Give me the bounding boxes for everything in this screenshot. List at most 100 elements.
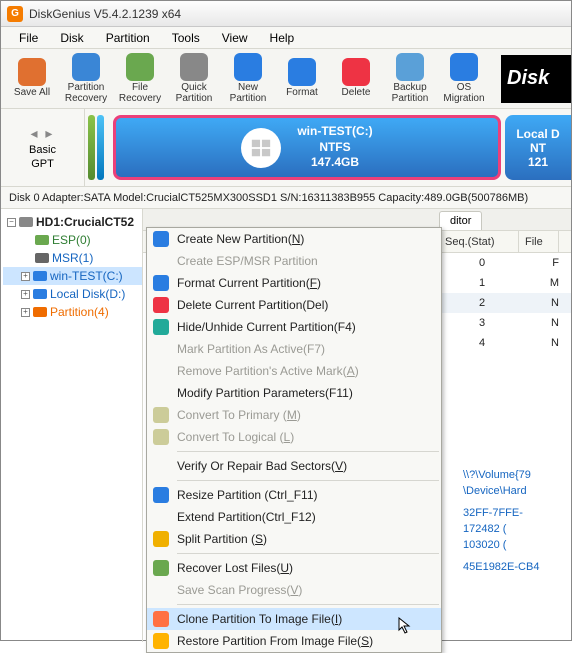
context-menu-item[interactable]: Clone Partition To Image File(I): [147, 608, 441, 630]
tool-label: PartitionRecovery: [65, 83, 107, 104]
tree-item[interactable]: + win-TEST(C:): [3, 267, 142, 285]
tab-editor[interactable]: ditor: [439, 211, 482, 230]
context-menu-item[interactable]: Hide/Unhide Current Partition(F4): [147, 316, 441, 338]
disk-icon: [19, 215, 33, 229]
menu-help[interactable]: Help: [260, 29, 305, 47]
tree-root-label[interactable]: HD1:CrucialCT52: [36, 215, 134, 229]
cell-seq: 0: [439, 257, 519, 269]
partition-icon: [35, 233, 49, 247]
menu-bar: FileDiskPartitionToolsViewHelp: [1, 27, 571, 49]
table-row[interactable]: 4N: [439, 333, 571, 353]
tool-label: OS Migration: [439, 83, 489, 104]
menu-view[interactable]: View: [212, 29, 258, 47]
tree-item-label: Partition(4): [50, 305, 109, 319]
menu-item-icon: [153, 458, 169, 474]
context-menu-item: Mark Partition As Active(F7): [147, 338, 441, 360]
menu-item-icon: [153, 531, 169, 547]
tool-backup-partition[interactable]: BackupPartition: [385, 52, 435, 106]
context-menu-item: Create ESP/MSR Partition: [147, 250, 441, 272]
tool-label: NewPartition: [230, 83, 267, 104]
disk-map: ◂ ▸ Basic GPT win-TEST(C:) NTFS 147.4GB …: [1, 109, 571, 187]
context-menu-item[interactable]: Modify Partition Parameters(F11): [147, 382, 441, 404]
menu-tools[interactable]: Tools: [162, 29, 210, 47]
tree-item[interactable]: ESP(0): [3, 231, 142, 249]
menu-separator: [177, 604, 439, 605]
expand-icon[interactable]: +: [21, 272, 30, 281]
menu-separator: [177, 553, 439, 554]
menu-item-icon: [153, 560, 169, 576]
expand-icon[interactable]: +: [21, 290, 30, 299]
menu-item-icon: [153, 297, 169, 313]
cell-file: F: [519, 257, 559, 269]
table-row[interactable]: 1M: [439, 273, 571, 293]
context-menu-item: Convert To Primary (M): [147, 404, 441, 426]
table-row[interactable]: 2N: [439, 293, 571, 313]
cell-file: M: [519, 277, 559, 289]
menu-item-label: Remove Partition's Active Mark(A): [177, 364, 441, 378]
tree-item[interactable]: + Partition(4): [3, 303, 142, 321]
context-menu-item[interactable]: Delete Current Partition(Del): [147, 294, 441, 316]
partition-icon: [33, 305, 47, 319]
disk-partitions: win-TEST(C:) NTFS 147.4GB Local D NT 121: [113, 109, 571, 186]
tool-label: Delete: [342, 88, 371, 99]
tool-os-migration[interactable]: OS Migration: [439, 52, 489, 106]
context-menu-item[interactable]: Resize Partition (Ctrl_F11): [147, 484, 441, 506]
menu-disk[interactable]: Disk: [50, 29, 93, 47]
menu-partition[interactable]: Partition: [96, 29, 160, 47]
title-bar: G DiskGenius V5.4.2.1239 x64: [1, 1, 571, 27]
table-row[interactable]: 3N: [439, 313, 571, 333]
tree-item-label: win-TEST(C:): [50, 269, 123, 283]
menu-separator: [177, 480, 439, 481]
windows-flag-icon: [241, 128, 281, 168]
menu-item-label: Split Partition (S): [177, 532, 441, 546]
detail-num2: 103020 (: [463, 539, 506, 551]
toolbar: Save All PartitionRecovery FileRecovery Qui…: [1, 49, 571, 109]
col-seq[interactable]: Seq.(Stat): [439, 231, 519, 252]
context-menu-item[interactable]: Split Partition (S): [147, 528, 441, 550]
menu-item-label: Hide/Unhide Current Partition(F4): [177, 320, 441, 334]
tree-item[interactable]: +Local Disk(D:): [3, 285, 142, 303]
tool-label: QuickPartition: [176, 83, 213, 104]
table-row[interactable]: 0F: [439, 253, 571, 273]
partition-fs: NTFS: [297, 140, 372, 156]
tool-icon: [342, 58, 370, 86]
partition-icon: [33, 269, 47, 283]
menu-item-label: Create ESP/MSR Partition: [177, 254, 441, 268]
tool-label: Format: [286, 88, 318, 99]
menu-file[interactable]: File: [9, 29, 48, 47]
context-menu-item[interactable]: Create New Partition(N): [147, 228, 441, 250]
tool-delete[interactable]: Delete: [331, 52, 381, 106]
tree-pane[interactable]: − HD1:CrucialCT52 ESP(0)MSR(1) + win-TEST(C:…: [1, 209, 143, 642]
tool-format[interactable]: Format: [277, 52, 327, 106]
expand-icon[interactable]: −: [7, 218, 16, 227]
partition-main[interactable]: win-TEST(C:) NTFS 147.4GB: [113, 115, 501, 180]
cell-file: N: [519, 337, 559, 349]
cell-file: N: [519, 297, 559, 309]
tool-new-partition[interactable]: NewPartition: [223, 52, 273, 106]
expand-icon[interactable]: +: [21, 308, 30, 317]
tool-quick-partition[interactable]: QuickPartition: [169, 52, 219, 106]
tree-root[interactable]: − HD1:CrucialCT52: [3, 213, 142, 231]
context-menu-item[interactable]: Recover Lost Files(U): [147, 557, 441, 579]
tool-save-all[interactable]: Save All: [7, 52, 57, 106]
menu-item-icon: [153, 319, 169, 335]
context-menu-item[interactable]: Verify Or Repair Bad Sectors(V): [147, 455, 441, 477]
tool-icon: [72, 53, 100, 81]
partition-side[interactable]: Local D NT 121: [505, 115, 571, 180]
context-menu-item[interactable]: Extend Partition(Ctrl_F12): [147, 506, 441, 528]
context-menu-item[interactable]: Restore Partition From Image File(S): [147, 630, 441, 652]
tool-icon: [18, 58, 46, 86]
menu-item-icon: [153, 275, 169, 291]
tree-item[interactable]: MSR(1): [3, 249, 142, 267]
tool-label: FileRecovery: [119, 83, 161, 104]
menu-item-label: Mark Partition As Active(F7): [177, 342, 441, 356]
col-file[interactable]: File: [519, 231, 559, 252]
partition-icon: [35, 251, 49, 265]
tool-file-recovery[interactable]: FileRecovery: [115, 52, 165, 106]
menu-item-icon: [153, 407, 169, 423]
tool-icon: [450, 53, 478, 81]
disk-map-left: ◂ ▸ Basic GPT: [1, 109, 85, 186]
nav-arrows-icon[interactable]: ◂ ▸: [31, 125, 55, 142]
tool-partition-recovery[interactable]: PartitionRecovery: [61, 52, 111, 106]
context-menu-item[interactable]: Format Current Partition(F): [147, 272, 441, 294]
